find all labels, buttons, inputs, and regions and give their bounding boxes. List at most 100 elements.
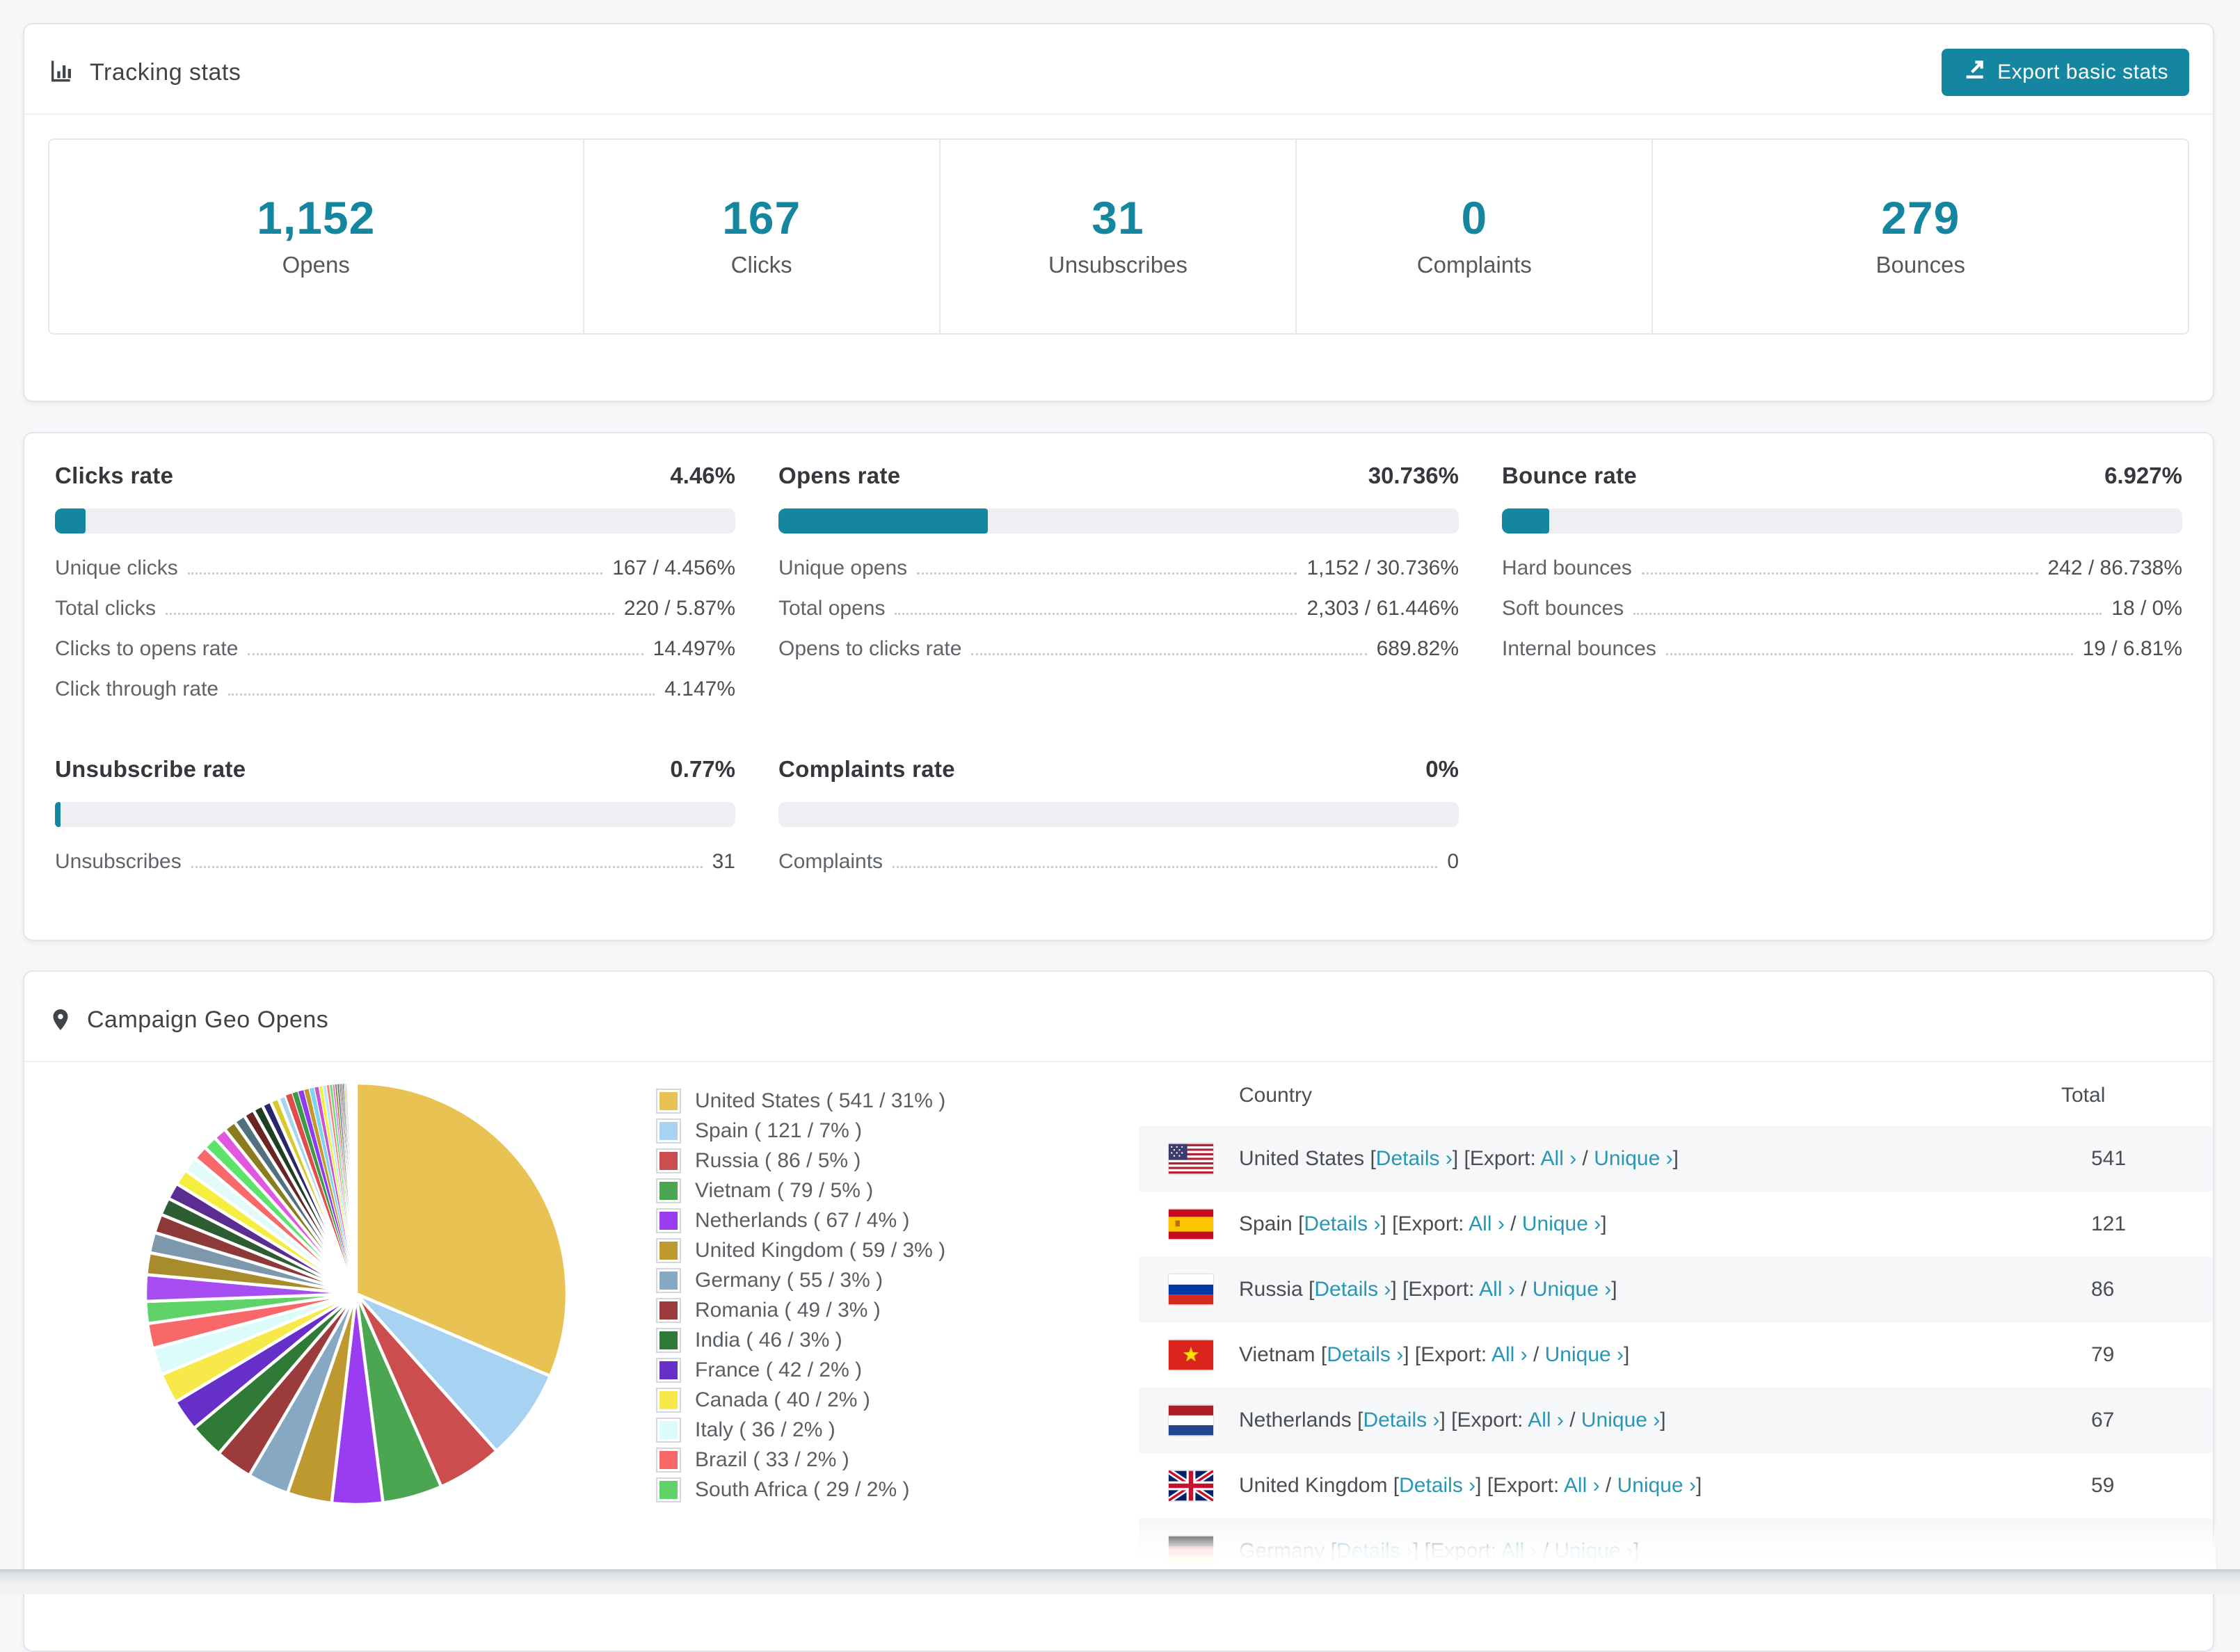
dotted-leader — [248, 653, 643, 655]
country-name: Netherlands — [1239, 1409, 1352, 1432]
country-links: [Details ›] [Export: All › / Unique ›] — [1351, 1409, 1666, 1432]
legend-item: France ( 42 / 2% ) — [656, 1355, 945, 1385]
stat-box: 31 Unsubscribes — [941, 140, 1297, 333]
rate-detail-label: Total clicks — [55, 597, 157, 620]
rate-detail-label: Unsubscribes — [55, 850, 182, 873]
legend-label: France ( 42 / 2% ) — [695, 1358, 863, 1381]
flag-ru-icon — [1169, 1274, 1213, 1305]
rate-panel: Clicks rate 4.46% Unique clicks 167 / 4.456… — [55, 463, 735, 719]
rate-panel-header: Bounce rate 6.927% — [1502, 463, 2182, 489]
legend-label: Italy ( 36 / 2% ) — [695, 1418, 835, 1441]
rate-detail-row: Unique clicks 167 / 4.456% — [55, 557, 735, 579]
rate-progress-fill — [55, 508, 86, 534]
total-cell: 86 — [2091, 1278, 2115, 1301]
rate-detail-value: 18 / 0% — [2111, 597, 2182, 620]
rate-progress-track — [1502, 508, 2182, 534]
rate-detail-rows: Unique opens 1,152 / 30.736% Total opens 2,… — [778, 557, 1459, 660]
export-basic-stats-button[interactable]: Export basic stats — [1942, 49, 2189, 96]
legend-swatch — [656, 1357, 681, 1383]
rate-detail-label: Click through rate — [55, 677, 219, 700]
rate-value: 4.46% — [670, 463, 735, 488]
country-links: [Details ›] [Export: All › / Unique ›] — [1315, 1343, 1630, 1366]
export-all-link[interactable]: All › — [1541, 1147, 1577, 1170]
legend-label: Germany ( 55 / 3% ) — [695, 1268, 883, 1292]
rate-panel: Complaints rate 0% Complaints 0 — [778, 756, 1459, 891]
export-all-link[interactable]: All › — [1469, 1212, 1505, 1235]
export-all-link[interactable]: All › — [1564, 1474, 1600, 1497]
rate-title: Bounce rate — [1502, 463, 1638, 488]
stat-label: Clicks — [730, 252, 792, 278]
rate-detail-value: 31 — [712, 850, 735, 873]
dotted-leader — [1665, 653, 2073, 655]
rate-panel-header: Complaints rate 0% — [778, 756, 1459, 783]
legend-label: Canada ( 40 / 2% ) — [695, 1388, 870, 1411]
geo-title-text: Campaign Geo Opens — [87, 1006, 329, 1033]
rate-panel: Bounce rate 6.927% Hard bounces 242 / 86.73… — [1502, 463, 2182, 719]
tracking-stats-card: Tracking stats Export basic stats 1,152 O… — [23, 23, 2214, 402]
legend-item: Romania ( 49 / 3% ) — [656, 1295, 945, 1325]
details-link[interactable]: Details › — [1363, 1409, 1439, 1432]
export-unique-link[interactable]: Unique › — [1581, 1409, 1660, 1432]
dotted-leader — [893, 866, 1438, 868]
stats-row: 1,152 Opens 167 Clicks 31 Unsubscribes 0 Compla… — [48, 138, 2189, 335]
geo-table-header-row: Country Total — [1139, 1064, 2213, 1126]
geo-opens-pie-chart — [143, 1081, 569, 1507]
dotted-leader — [191, 866, 703, 868]
legend-item: Germany ( 55 / 3% ) — [656, 1265, 945, 1295]
rates-row-2: Unsubscribe rate 0.77% Unsubscribes 31 Compl… — [55, 756, 2182, 891]
legend-item: Spain ( 121 / 7% ) — [656, 1116, 945, 1146]
dotted-leader — [917, 572, 1297, 575]
rate-title: Opens rate — [778, 463, 901, 488]
total-cell: 121 — [2091, 1212, 2127, 1235]
details-link[interactable]: Details › — [1304, 1212, 1380, 1235]
legend-swatch — [656, 1297, 681, 1323]
dotted-leader — [166, 613, 614, 615]
export-unique-link[interactable]: Unique › — [1522, 1212, 1601, 1235]
geo-table-row: Spain [Details ›] [Export: All › / Uniqu… — [1139, 1192, 2213, 1257]
geo-title: Campaign Geo Opens — [48, 1004, 328, 1035]
legend-swatch — [656, 1237, 681, 1263]
details-link[interactable]: Details › — [1327, 1343, 1403, 1366]
details-link[interactable]: Details › — [1376, 1147, 1453, 1170]
geo-table-row: United States [Details ›] [Export: All ›… — [1139, 1126, 2213, 1192]
rate-detail-rows: Hard bounces 242 / 86.738% Soft bounces 18 … — [1502, 557, 2182, 660]
export-all-link[interactable]: All › — [1479, 1278, 1515, 1301]
legend-swatch — [656, 1267, 681, 1293]
export-unique-link[interactable]: Unique › — [1594, 1147, 1672, 1170]
legend-swatch — [656, 1208, 681, 1233]
details-link[interactable]: Details › — [1399, 1474, 1475, 1497]
export-unique-link[interactable]: Unique › — [1617, 1474, 1696, 1497]
rate-detail-label: Unique clicks — [55, 556, 178, 579]
export-unique-link[interactable]: Unique › — [1533, 1278, 1611, 1301]
country-links: [Details ›] [Export: All › / Unique ›] — [1364, 1147, 1679, 1170]
rate-detail-row: Total opens 2,303 / 61.446% — [778, 598, 1459, 620]
total-cell: 67 — [2091, 1409, 2115, 1432]
export-unique-link[interactable]: Unique › — [1545, 1343, 1624, 1366]
dotted-leader — [1633, 613, 2102, 615]
legend-label: United Kingdom ( 59 / 3% ) — [695, 1238, 946, 1262]
country-column-header: Country — [1239, 1083, 1313, 1107]
rate-detail-row: Click through rate 4.147% — [55, 678, 735, 700]
country-links: [Details ›] [Export: All › / Unique ›] — [1292, 1212, 1607, 1235]
geo-pie-legend: United States ( 541 / 31% ) Spain ( 121 /… — [656, 1086, 945, 1505]
rate-detail-value: 19 / 6.81% — [2082, 637, 2182, 660]
rates-row-1: Clicks rate 4.46% Unique clicks 167 / 4.456… — [55, 463, 2182, 719]
legend-item: India ( 46 / 3% ) — [656, 1325, 945, 1355]
rate-detail-value: 167 / 4.456% — [612, 556, 735, 579]
geo-table-body: United States [Details ›] [Export: All ›… — [1139, 1126, 2213, 1584]
dotted-leader — [187, 572, 603, 575]
rate-detail-label: Clicks to opens rate — [55, 637, 239, 660]
rate-panel: Opens rate 30.736% Unique opens 1,152 / 30.… — [778, 463, 1459, 719]
export-all-link[interactable]: All › — [1491, 1343, 1528, 1366]
legend-item: Italy ( 36 / 2% ) — [656, 1415, 945, 1445]
total-column-header: Total — [2061, 1083, 2106, 1107]
rate-progress-track — [55, 508, 735, 534]
export-all-link[interactable]: All › — [1528, 1409, 1564, 1432]
legend-label: Spain ( 121 / 7% ) — [695, 1118, 863, 1142]
details-link[interactable]: Details › — [1314, 1278, 1391, 1301]
rates-body: Clicks rate 4.46% Unique clicks 167 / 4.456… — [24, 433, 2213, 891]
bottom-fade-overlay — [24, 1521, 2216, 1569]
legend-swatch — [656, 1148, 681, 1173]
legend-swatch — [656, 1327, 681, 1353]
rate-title: Complaints rate — [778, 756, 955, 782]
